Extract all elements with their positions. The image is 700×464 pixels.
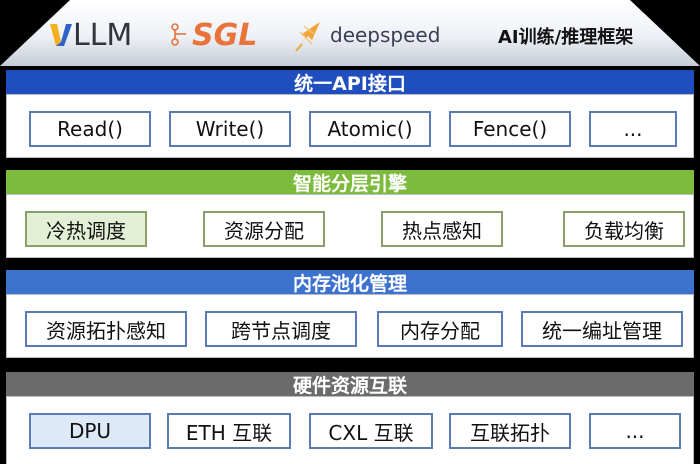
pool-cross-node-box: 跨节点调度: [205, 311, 357, 347]
layer-title-bar: 统一API接口: [6, 70, 694, 95]
hw-topology-box: 互联拓扑: [449, 413, 571, 449]
hw-dpu-box: DPU: [29, 413, 151, 449]
sgl-logo: SGL: [170, 17, 258, 53]
vllm-logo: LLM: [50, 17, 133, 53]
pool-topology-box: 资源拓扑感知: [25, 311, 187, 347]
deepspeed-logo: deepspeed: [294, 18, 440, 52]
api-write-box: Write(): [169, 111, 291, 147]
api-read-box: Read(): [29, 111, 151, 147]
layer-smart-tiering: 智能分层引擎 冷热调度 资源分配 热点感知 负载均衡: [6, 170, 694, 258]
api-more-box: ...: [589, 111, 677, 147]
pool-alloc-box: 内存分配: [377, 311, 503, 347]
framework-title: AI训练/推理框架: [498, 27, 634, 48]
deepspeed-text: deepspeed: [330, 23, 441, 47]
tier-hot-cold-box: 冷热调度: [25, 211, 147, 247]
vllm-v-icon: [50, 24, 72, 46]
layer-panel: 资源拓扑感知 跨节点调度 内存分配 统一编址管理: [6, 294, 694, 358]
sgl-circuit-icon: [171, 23, 186, 46]
layer-memory-pooling: 内存池化管理 资源拓扑感知 跨节点调度 内存分配 统一编址管理: [6, 270, 694, 358]
tier-hotspot-box: 热点感知: [381, 211, 503, 247]
layer-title-bar: 内存池化管理: [6, 270, 694, 295]
layer-panel: 冷热调度 资源分配 热点感知 负载均衡: [6, 194, 694, 258]
layer-title-bar: 智能分层引擎: [6, 170, 694, 195]
layer-unified-api: 统一API接口 Read() Write() Atomic() Fence() …: [6, 70, 694, 158]
tier-load-balance-box: 负载均衡: [563, 211, 685, 247]
hw-cxl-box: CXL 互联: [309, 413, 433, 449]
deepspeed-rocket-icon: [295, 22, 320, 52]
vllm-text: LLM: [73, 17, 133, 53]
layer-hardware-interconnect: 硬件资源互联 DPU ETH 互联 CXL 互联 互联拓扑 ...: [6, 372, 694, 464]
api-fence-box: Fence(): [449, 111, 571, 147]
layer-panel: Read() Write() Atomic() Fence() ...: [6, 94, 694, 158]
tier-resource-alloc-box: 资源分配: [203, 211, 325, 247]
hw-eth-box: ETH 互联: [167, 413, 291, 449]
hw-more-box: ...: [589, 413, 681, 449]
layer-panel: DPU ETH 互联 CXL 互联 互联拓扑 ...: [6, 396, 694, 464]
layer-title-bar: 硬件资源互联: [6, 372, 694, 397]
pool-addressing-box: 统一编址管理: [521, 311, 683, 347]
sgl-text: SGL: [192, 17, 258, 53]
api-atomic-box: Atomic(): [309, 111, 431, 147]
